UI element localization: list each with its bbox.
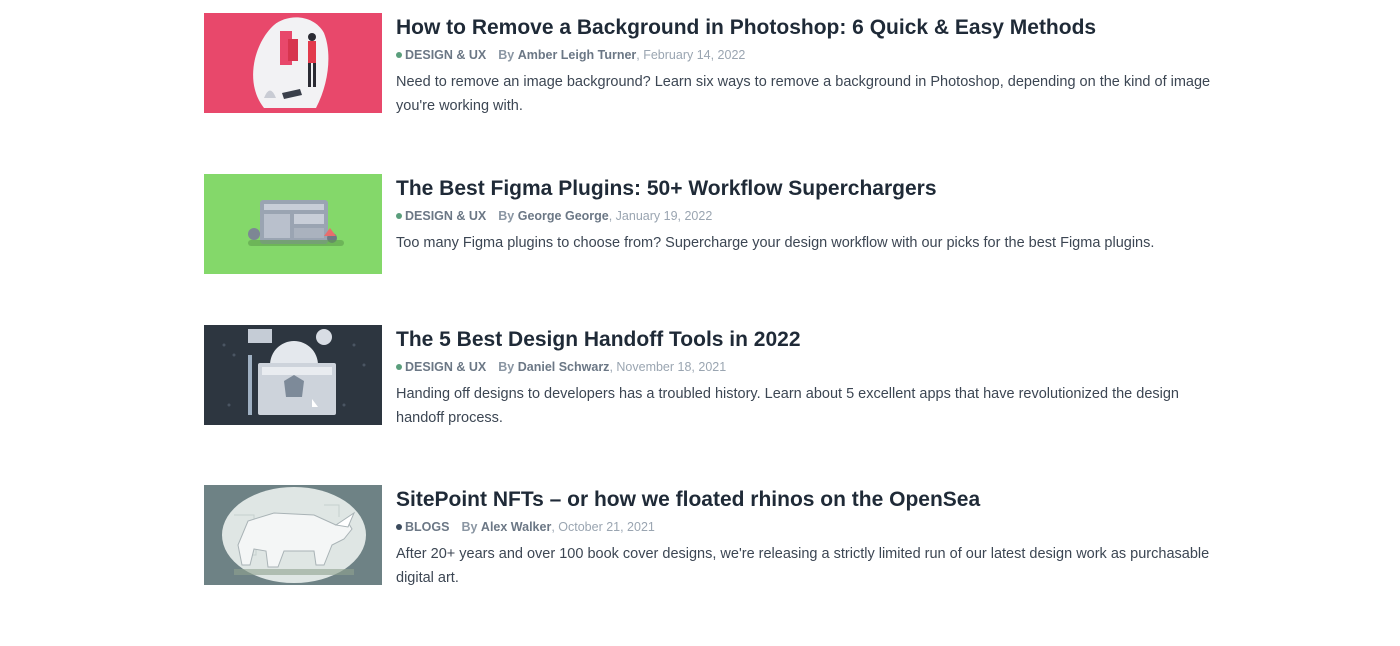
category-dot-icon (396, 52, 402, 58)
category-link[interactable]: DESIGN & UX (405, 209, 486, 223)
article-thumbnail[interactable] (204, 485, 382, 585)
byline-prefix: By (498, 360, 515, 374)
photoshop-illustration (204, 13, 382, 113)
byline-prefix: By (498, 209, 515, 223)
category-dot-icon (396, 364, 402, 370)
article-body: How to Remove a Background in Photoshop:… (382, 13, 1226, 174)
article-thumbnail[interactable] (204, 325, 382, 425)
article-meta: BLOGS By Alex Walker, October 21, 2021 (396, 518, 1226, 536)
article-excerpt: After 20+ years and over 100 book cover … (396, 546, 1210, 586)
article-item: How to Remove a Background in Photoshop:… (204, 13, 1234, 174)
article-body: The Best Figma Plugins: 50+ Workflow Sup… (382, 174, 1154, 325)
figma-plugins-illustration (204, 174, 382, 274)
author-link[interactable]: Amber Leigh Turner (518, 48, 637, 62)
article-item: The 5 Best Design Handoff Tools in 2022 … (204, 325, 1234, 485)
article-title[interactable]: SitePoint NFTs – or how we floated rhino… (396, 486, 1226, 514)
category-dot-icon (396, 213, 402, 219)
category-link[interactable]: DESIGN & UX (405, 360, 486, 374)
article-item: SitePoint NFTs – or how we floated rhino… (204, 485, 1234, 646)
article-title[interactable]: The Best Figma Plugins: 50+ Workflow Sup… (396, 175, 1154, 203)
article-meta: DESIGN & UX By Amber Leigh Turner, Februa… (396, 46, 1226, 64)
article-meta: DESIGN & UX By George George, January 19,… (396, 207, 1154, 225)
category-dot-icon (396, 524, 402, 530)
article-item: The Best Figma Plugins: 50+ Workflow Sup… (204, 174, 1234, 325)
publish-date: , October 21, 2021 (551, 520, 655, 534)
article-body: The 5 Best Design Handoff Tools in 2022 … (382, 325, 1226, 485)
article-thumbnail[interactable] (204, 174, 382, 274)
author-link[interactable]: Daniel Schwarz (518, 360, 610, 374)
article-excerpt: Handing off designs to developers has a … (396, 386, 1179, 426)
article-excerpt: Too many Figma plugins to choose from? S… (396, 235, 1155, 251)
article-meta: DESIGN & UX By Daniel Schwarz, November 1… (396, 358, 1226, 376)
author-link[interactable]: Alex Walker (481, 520, 551, 534)
handoff-tools-illustration (204, 325, 382, 425)
rhino-illustration (204, 485, 382, 585)
article-body: SitePoint NFTs – or how we floated rhino… (382, 485, 1226, 646)
publish-date: , February 14, 2022 (636, 48, 746, 62)
article-thumbnail[interactable] (204, 13, 382, 113)
article-excerpt: Need to remove an image background? Lear… (396, 74, 1211, 114)
article-list: How to Remove a Background in Photoshop:… (204, 13, 1234, 646)
category-link[interactable]: BLOGS (405, 520, 449, 534)
byline-prefix: By (461, 520, 478, 534)
publish-date: , January 19, 2022 (608, 209, 713, 223)
author-link[interactable]: George George (518, 209, 609, 223)
category-link[interactable]: DESIGN & UX (405, 48, 486, 62)
byline-prefix: By (498, 48, 515, 62)
article-title[interactable]: How to Remove a Background in Photoshop:… (396, 14, 1226, 42)
publish-date: , November 18, 2021 (609, 360, 727, 374)
article-title[interactable]: The 5 Best Design Handoff Tools in 2022 (396, 326, 1226, 354)
